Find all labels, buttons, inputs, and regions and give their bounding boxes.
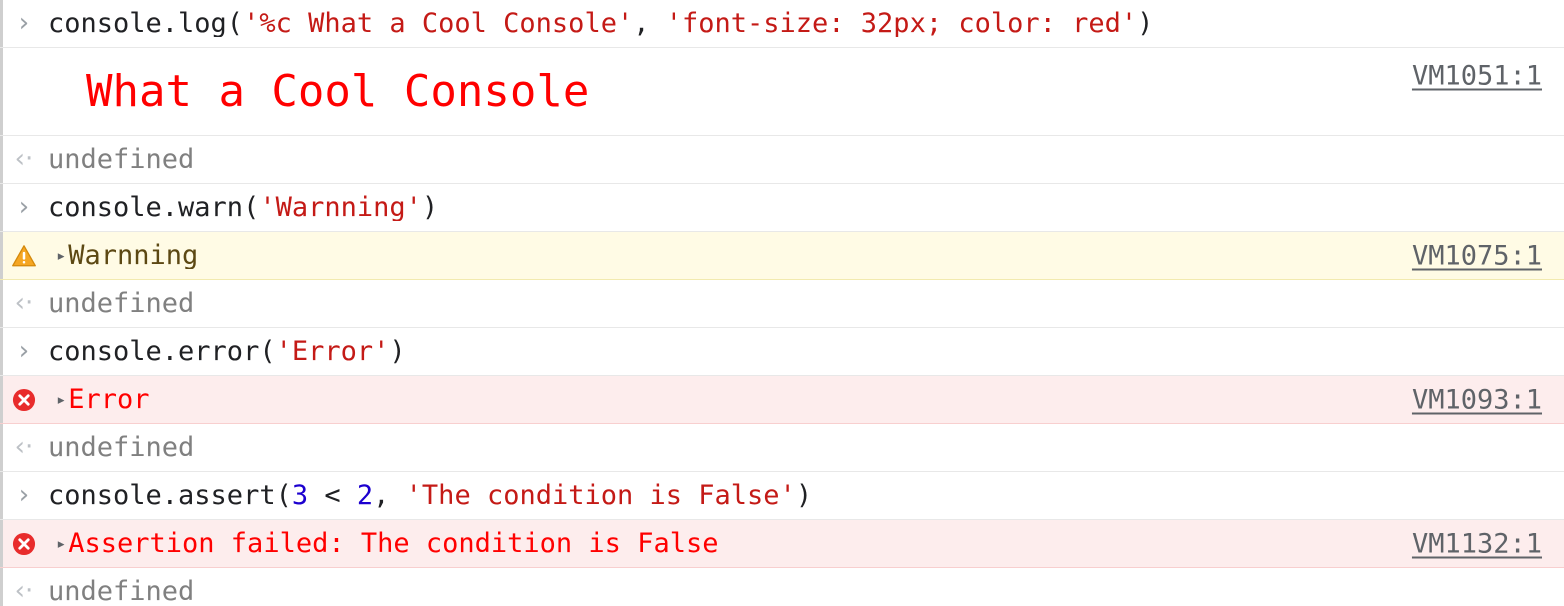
input-prompt-gutter: › <box>0 184 48 231</box>
source-link[interactable]: VM1093:1 <box>1412 386 1542 413</box>
result-value: undefined <box>48 434 195 461</box>
console-error-row[interactable]: ▸ Error VM1093:1 <box>0 376 1564 424</box>
result-prompt-gutter: ‹· <box>0 568 48 606</box>
console-result-row: ‹· undefined <box>0 136 1564 184</box>
code-plain-token: ) <box>795 482 813 509</box>
code-string-token: 'font-size: 32px; color: red' <box>665 10 1138 37</box>
console-input-row[interactable]: › console.log('%c What a Cool Console', '… <box>0 0 1564 48</box>
code-expression: console.error('Error') <box>48 338 406 365</box>
console-result-row: ‹· undefined <box>0 568 1564 606</box>
error-body[interactable]: ▸ Assertion failed: The condition is Fals… <box>48 530 1564 557</box>
styled-log-text: What a Cool Console <box>86 69 590 114</box>
code-plain-token: < <box>308 482 357 509</box>
warning-body[interactable]: ▸ Warnning <box>48 242 1564 269</box>
chevron-left-result-icon: ‹· <box>14 575 34 606</box>
error-message: Error <box>68 386 150 413</box>
code-expression: console.assert(3 < 2, 'The condition is … <box>48 482 812 509</box>
console-result-row: ‹· undefined <box>0 280 1564 328</box>
code-plain-token: ) <box>1137 10 1154 37</box>
code-expression: console.log('%c What a Cool Console', 'f… <box>48 10 1153 37</box>
result-body: undefined <box>48 290 1564 317</box>
code-plain-token: console.assert( <box>48 482 292 509</box>
code-string-token: '%c What a Cool Console' <box>243 10 634 37</box>
code-plain-token: console.warn( <box>48 194 260 221</box>
error-gutter <box>0 376 48 423</box>
code-plain-token: ) <box>421 194 439 221</box>
result-prompt-gutter: ‹· <box>0 136 48 183</box>
code-plain-token: , <box>633 10 666 37</box>
chevron-left-result-icon: ‹· <box>14 143 34 174</box>
console-error-row[interactable]: ▸ Assertion failed: The condition is Fals… <box>0 520 1564 568</box>
error-gutter <box>0 520 48 567</box>
code-plain-token: console.log( <box>48 10 244 37</box>
code-expression: console.warn('Warnning') <box>48 194 438 221</box>
styled-log-gutter <box>0 48 48 135</box>
error-body[interactable]: ▸ Error <box>48 386 1564 413</box>
disclosure-triangle-icon[interactable]: ▸ <box>56 392 66 409</box>
disclosure-triangle-icon[interactable]: ▸ <box>56 536 66 553</box>
chevron-right-icon: › <box>18 335 30 366</box>
code-plain-token: ) <box>389 338 406 365</box>
input-prompt-gutter: › <box>0 472 48 519</box>
result-body: undefined <box>48 146 1564 173</box>
chevron-right-icon: › <box>18 479 30 510</box>
source-link[interactable]: VM1132:1 <box>1412 530 1542 557</box>
console-styled-log-row: What a Cool Console VM1051:1 <box>0 48 1564 136</box>
source-link[interactable]: VM1075:1 <box>1412 242 1542 269</box>
code-string-token: 'The condition is False' <box>405 482 796 509</box>
console-result-row: ‹· undefined <box>0 424 1564 472</box>
code-plain-token: , <box>373 482 406 509</box>
result-prompt-gutter: ‹· <box>0 424 48 471</box>
input-prompt-gutter: › <box>0 0 48 47</box>
console-input-expression[interactable]: console.warn('Warnning') <box>48 194 1564 221</box>
code-string-token: 'Warnning' <box>259 194 422 221</box>
source-link[interactable]: VM1051:1 <box>1412 63 1542 90</box>
console-input-expression[interactable]: console.assert(3 < 2, 'The condition is … <box>48 482 1564 509</box>
error-message: Assertion failed: The condition is False <box>68 530 719 557</box>
console-warning-row[interactable]: ▸ Warnning VM1075:1 <box>0 232 1564 280</box>
chevron-left-result-icon: ‹· <box>14 431 34 462</box>
code-string-token: 'Error' <box>275 338 390 365</box>
input-prompt-gutter: › <box>0 328 48 375</box>
console-input-expression[interactable]: console.error('Error') <box>48 338 1564 365</box>
result-value: undefined <box>48 146 195 173</box>
code-number-token: 2 <box>356 482 374 509</box>
console-input-row[interactable]: › console.warn('Warnning') <box>0 184 1564 232</box>
result-value: undefined <box>48 578 195 605</box>
disclosure-triangle-icon[interactable]: ▸ <box>56 248 66 265</box>
console-input-expression[interactable]: console.log('%c What a Cool Console', 'f… <box>48 10 1564 37</box>
chevron-right-icon: › <box>18 7 30 38</box>
result-body: undefined <box>48 578 1564 605</box>
chevron-left-result-icon: ‹· <box>14 287 34 318</box>
console-input-row[interactable]: › console.assert(3 < 2, 'The condition is… <box>0 472 1564 520</box>
styled-log-body: What a Cool Console <box>48 70 1564 114</box>
console-log-panel: › console.log('%c What a Cool Console', '… <box>0 0 1564 606</box>
console-input-row[interactable]: › console.error('Error') <box>0 328 1564 376</box>
result-value: undefined <box>48 290 195 317</box>
result-body: undefined <box>48 434 1564 461</box>
code-plain-token: console.error( <box>48 338 276 365</box>
chevron-right-icon: › <box>18 191 30 222</box>
warning-gutter <box>0 232 48 279</box>
result-prompt-gutter: ‹· <box>0 280 48 327</box>
code-number-token: 3 <box>291 482 309 509</box>
warning-message: Warnning <box>68 242 199 269</box>
